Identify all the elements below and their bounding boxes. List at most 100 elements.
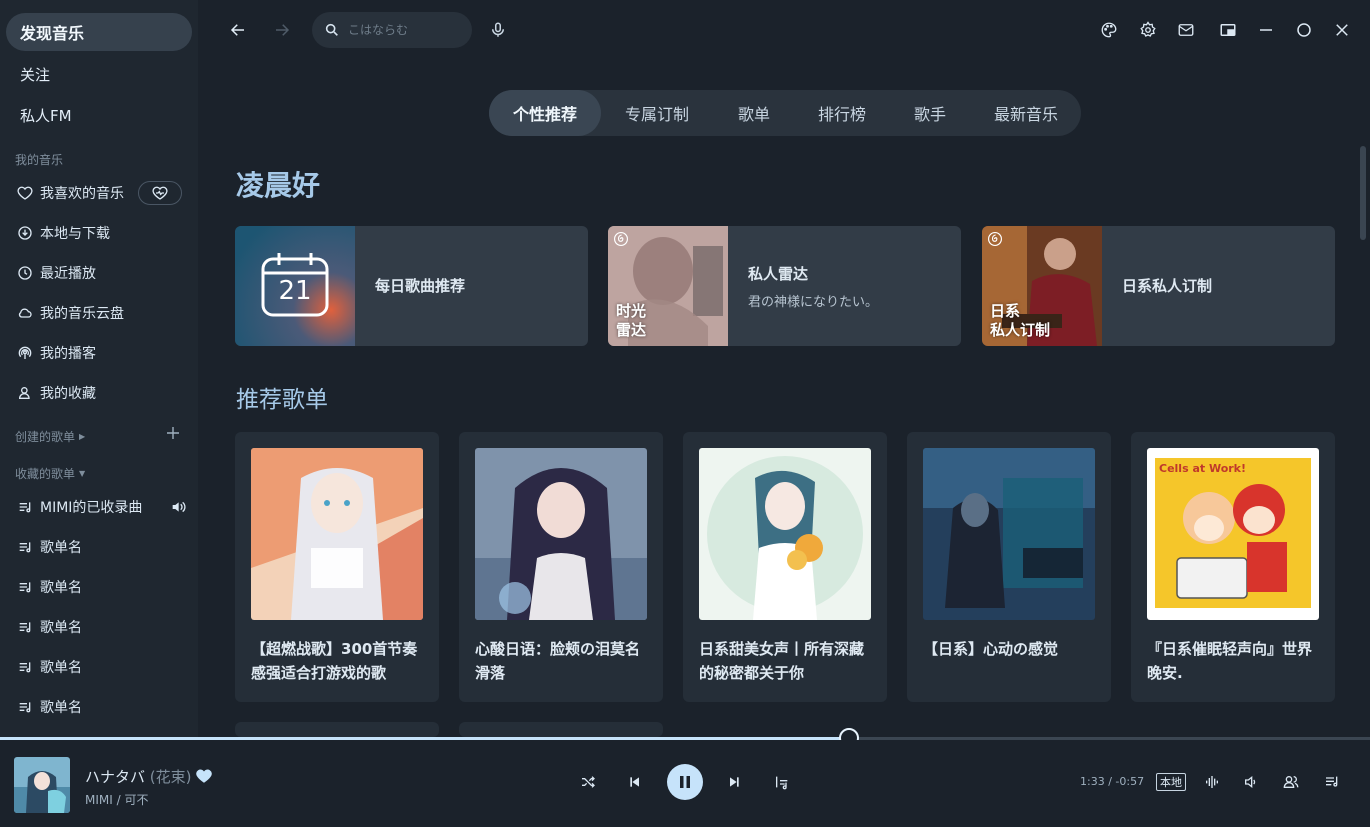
playlist-card[interactable]: 【日系】心动の感觉 bbox=[907, 432, 1111, 702]
gear-icon bbox=[1140, 21, 1156, 37]
circle-icon bbox=[1297, 23, 1311, 37]
playlist-card[interactable]: 【超燃战歌】300首节奏感强适合打游戏的歌 bbox=[235, 432, 439, 702]
featured-card-subtitle: 君の神様になりたい。 bbox=[748, 295, 879, 310]
tab-artists[interactable]: 歌手 bbox=[889, 90, 971, 136]
japanese-custom-card[interactable]: 日系 私人订制 日系私人订制 bbox=[982, 226, 1335, 346]
close-icon bbox=[1336, 24, 1348, 36]
shuffle-icon bbox=[582, 776, 595, 788]
nav-follow[interactable]: 关注 bbox=[6, 55, 192, 93]
private-radar-thumb: 时光 雷达 bbox=[608, 226, 728, 346]
theme-button[interactable] bbox=[1099, 20, 1119, 40]
settings-button[interactable] bbox=[1138, 20, 1158, 40]
close-button[interactable] bbox=[1332, 20, 1352, 40]
collected-playlists-label[interactable]: 收藏的歌单 ▼ bbox=[15, 465, 85, 482]
sidebar-item-local-download[interactable]: 本地与下载 bbox=[16, 220, 186, 246]
caret-down-icon: ▼ bbox=[79, 469, 86, 478]
forward-button[interactable] bbox=[272, 20, 292, 40]
maximize-button[interactable] bbox=[1294, 20, 1314, 40]
playlist-card[interactable]: Cells at Work! 『日系催眠轻声向』世界晚安. bbox=[1131, 432, 1335, 702]
playlist-cover bbox=[475, 448, 647, 620]
playlist-card[interactable] bbox=[459, 722, 663, 737]
private-radar-card[interactable]: 时光 雷达 私人雷达 君の神様になりたい。 bbox=[608, 226, 961, 346]
tab-charts[interactable]: 排行榜 bbox=[795, 90, 889, 136]
song-alias: (花束) bbox=[149, 768, 192, 786]
pause-button[interactable] bbox=[667, 764, 703, 800]
mini-player-button[interactable] bbox=[1218, 20, 1238, 40]
created-playlists-label[interactable]: 创建的歌单 ▶ bbox=[15, 428, 85, 445]
queue-icon bbox=[1326, 776, 1338, 787]
my-music-label: 我的音乐 bbox=[15, 153, 64, 167]
radar-thumb-text: 时光 雷达 bbox=[616, 302, 647, 339]
recommended-playlists-heading: 推荐歌单 bbox=[236, 387, 328, 413]
clock-icon bbox=[16, 264, 34, 282]
add-playlist-icon[interactable] bbox=[166, 426, 180, 440]
previous-button[interactable] bbox=[625, 772, 645, 792]
sidebar-playlist-item[interactable]: 歌单名 bbox=[16, 614, 186, 640]
sidebar-playlist-item[interactable]: 歌单名 bbox=[16, 534, 186, 560]
cover-title-text: Cells at Work! bbox=[1159, 462, 1246, 475]
song-artist[interactable]: MIMI / 可不 bbox=[85, 791, 148, 808]
playlist-icon bbox=[16, 578, 34, 596]
playlist-icon bbox=[16, 538, 34, 556]
playlist-queue-button[interactable] bbox=[1322, 772, 1342, 792]
voice-search-button[interactable] bbox=[488, 20, 508, 40]
caret-right-icon: ▶ bbox=[79, 432, 86, 441]
nav-personal-fm[interactable]: 私人FM bbox=[6, 96, 192, 134]
sidebar-playlist-item[interactable]: 歌单名 bbox=[16, 654, 186, 680]
playlist-icon bbox=[16, 498, 34, 516]
playlist-name: 『日系催眠轻声向』世界晚安. bbox=[1147, 640, 1313, 682]
sidebar-playlist-item[interactable]: 歌单名 bbox=[16, 574, 186, 600]
sidebar-playlist-item[interactable]: MIMI的已收录曲 bbox=[16, 494, 186, 520]
daily-recommend-card[interactable]: 21 每日歌曲推荐 bbox=[235, 226, 588, 346]
sidebar: 发现音乐 关注 私人FM 我的音乐 我喜欢的音乐 本地与下载 最近播放 我的音乐 bbox=[0, 0, 198, 737]
sidebar-item-cloud[interactable]: 我的音乐云盘 bbox=[16, 300, 186, 326]
speaker-icon bbox=[172, 501, 186, 513]
tab-new-music[interactable]: 最新音乐 bbox=[971, 90, 1081, 136]
heartbeat-icon bbox=[152, 186, 168, 200]
shuffle-button[interactable] bbox=[578, 772, 598, 792]
messages-button[interactable] bbox=[1176, 20, 1196, 40]
now-playing-cover[interactable] bbox=[14, 757, 70, 813]
playlist-card[interactable] bbox=[235, 722, 439, 737]
heart-mode-button[interactable] bbox=[138, 181, 182, 205]
next-button[interactable] bbox=[724, 772, 744, 792]
cloud-icon bbox=[16, 304, 34, 322]
sidebar-item-podcast[interactable]: 我的播客 bbox=[16, 340, 186, 366]
nav-discover-music[interactable]: 发现音乐 bbox=[6, 13, 192, 51]
playlist-card[interactable]: 日系甜美女声丨所有深藏的秘密都关于你 bbox=[683, 432, 887, 702]
volume-icon bbox=[1245, 775, 1256, 789]
tab-exclusive[interactable]: 专属订制 bbox=[601, 90, 713, 136]
back-button[interactable] bbox=[228, 20, 248, 40]
listen-together-button[interactable] bbox=[1281, 772, 1301, 792]
player-bar: ハナタバ (花束) MIMI / 可不 1:33 / -0:57 本地 bbox=[0, 740, 1370, 827]
playlist-card[interactable]: 心酸日语：脸颊の泪莫名滑落 bbox=[459, 432, 663, 702]
sidebar-item-recent[interactable]: 最近播放 bbox=[16, 260, 186, 286]
tab-personal-recommend[interactable]: 个性推荐 bbox=[489, 90, 601, 136]
sidebar-item-collection[interactable]: 我的收藏 bbox=[16, 380, 186, 406]
minimize-icon bbox=[1260, 29, 1272, 31]
playlist-name: 【超燃战歌】300首节奏感强适合打游戏的歌 bbox=[251, 640, 418, 682]
song-title[interactable]: ハナタバ (花束) bbox=[85, 766, 192, 787]
sidebar-item-liked-music[interactable]: 我喜欢的音乐 bbox=[16, 180, 186, 206]
sound-quality-button[interactable] bbox=[1202, 772, 1222, 792]
mail-icon bbox=[1178, 24, 1194, 36]
lyrics-button[interactable] bbox=[772, 772, 792, 792]
sidebar-playlist-item[interactable]: 歌单名 bbox=[16, 694, 186, 720]
search-box[interactable] bbox=[312, 12, 472, 48]
playlist-cover bbox=[923, 448, 1095, 620]
soundwave-icon bbox=[1206, 776, 1218, 788]
like-heart-icon[interactable] bbox=[195, 767, 213, 785]
playlist-cover bbox=[699, 448, 871, 620]
tab-playlists[interactable]: 歌单 bbox=[713, 90, 795, 136]
netease-logo-icon bbox=[614, 232, 628, 246]
minimize-button[interactable] bbox=[1256, 20, 1276, 40]
daily-recommend-thumb: 21 bbox=[235, 226, 355, 346]
pause-icon bbox=[680, 776, 690, 788]
discover-tabs: 个性推荐 专属订制 歌单 排行榜 歌手 最新音乐 bbox=[489, 90, 1081, 136]
podcast-icon bbox=[16, 344, 34, 362]
search-input[interactable] bbox=[348, 23, 458, 37]
volume-button[interactable] bbox=[1241, 772, 1261, 792]
skip-forward-icon bbox=[730, 777, 739, 787]
picture-in-picture-icon bbox=[1220, 24, 1236, 36]
content-scrollbar[interactable] bbox=[1360, 146, 1366, 240]
